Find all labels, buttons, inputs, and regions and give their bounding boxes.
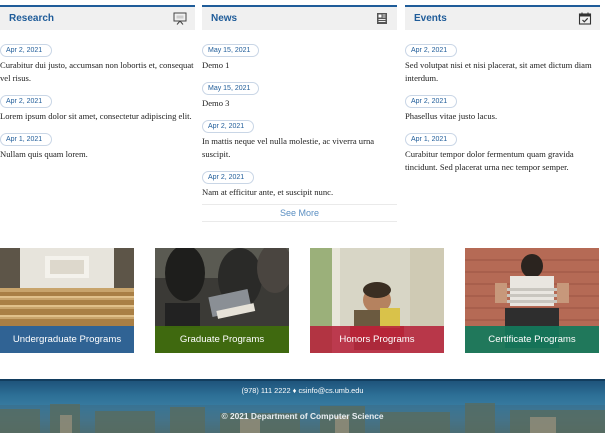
item-text[interactable]: Lorem ipsum dolor sit amet, consectetur … xyxy=(0,110,195,123)
undergraduate-programs-tile[interactable]: Undergraduate Programs xyxy=(0,248,134,353)
certificate-programs-tile[interactable]: Certificate Programs xyxy=(465,248,599,353)
item-text[interactable]: Nullam quis quam lorem. xyxy=(0,148,195,161)
undergraduate-programs-label[interactable]: Undergraduate Programs xyxy=(0,326,134,353)
item-text[interactable]: Demo 1 xyxy=(202,59,397,72)
research-title: Research xyxy=(9,13,55,24)
honors-programs-label[interactable]: Honors Programs xyxy=(310,326,444,353)
events-title: Events xyxy=(414,13,447,24)
news-item[interactable]: Apr 2, 2021 Nam at efficitur ante, et su… xyxy=(202,166,397,199)
item-date: May 15, 2021 xyxy=(202,82,260,95)
item-text[interactable]: Demo 3 xyxy=(202,97,397,110)
events-item[interactable]: Apr 2, 2021 Phasellus vitae justo lacus. xyxy=(405,90,600,123)
item-text[interactable]: Sed volutpat nisi et nisi placerat, sit … xyxy=(405,59,600,85)
see-more-link[interactable]: See More xyxy=(202,204,397,222)
item-text[interactable]: Phasellus vitae justo lacus. xyxy=(405,110,600,123)
research-item[interactable]: Apr 2, 2021 Lorem ipsum dolor sit amet, … xyxy=(0,90,195,123)
item-date: Apr 2, 2021 xyxy=(0,44,52,57)
news-title: News xyxy=(211,13,238,24)
footer-copyright: © 2021 Department of Computer Science xyxy=(221,411,384,421)
site-footer: (978) 111 2222 ♦ csinfo@cs.umb.edu © 202… xyxy=(0,379,605,433)
item-date: Apr 1, 2021 xyxy=(0,133,52,146)
research-item[interactable]: Apr 1, 2021 Nullam quis quam lorem. xyxy=(0,128,195,161)
news-column: News May 15, 2021 Demo 1 May 15, 2021 De… xyxy=(202,5,397,204)
item-date: Apr 2, 2021 xyxy=(405,44,457,57)
item-text[interactable]: Curabitur dui justo, accumsan non lobort… xyxy=(0,59,195,85)
honors-programs-tile[interactable]: Honors Programs xyxy=(310,248,444,353)
calendar-check-icon xyxy=(578,12,592,25)
newspaper-icon xyxy=(377,13,387,24)
footer-contact[interactable]: (978) 111 2222 ♦ csinfo@cs.umb.edu xyxy=(0,386,605,395)
news-item[interactable]: May 15, 2021 Demo 1 xyxy=(202,39,397,72)
events-header: Events xyxy=(405,5,600,30)
item-date: Apr 1, 2021 xyxy=(405,133,457,146)
item-date: May 15, 2021 xyxy=(202,44,260,57)
events-item[interactable]: Apr 2, 2021 Sed volutpat nisi et nisi pl… xyxy=(405,39,600,85)
item-text[interactable]: Curabitur tempor dolor fermentum quam gr… xyxy=(405,148,600,174)
events-column: Events Apr 2, 2021 Sed volutpat nisi et … xyxy=(405,5,600,179)
graduate-programs-tile[interactable]: Graduate Programs xyxy=(155,248,289,353)
events-item[interactable]: Apr 1, 2021 Curabitur tempor dolor ferme… xyxy=(405,128,600,174)
item-date: Apr 2, 2021 xyxy=(405,95,457,108)
item-text[interactable]: Nam at efficitur ante, et suscipit nunc. xyxy=(202,186,397,199)
news-item[interactable]: Apr 2, 2021 In mattis neque vel nulla mo… xyxy=(202,115,397,161)
research-item[interactable]: Apr 2, 2021 Curabitur dui justo, accumsa… xyxy=(0,39,195,85)
news-header: News xyxy=(202,5,397,30)
program-tiles: Undergraduate Programs Graduate Programs xyxy=(0,248,605,354)
item-date: Apr 2, 2021 xyxy=(202,171,254,184)
certificate-programs-label[interactable]: Certificate Programs xyxy=(465,326,599,353)
research-header: Research xyxy=(0,5,195,30)
item-date: Apr 2, 2021 xyxy=(202,120,254,133)
item-text[interactable]: In mattis neque vel nulla molestie, ac v… xyxy=(202,135,397,161)
research-column: Research Apr 2, 2021 Curabitur dui justo… xyxy=(0,5,195,166)
graduate-programs-label[interactable]: Graduate Programs xyxy=(155,326,289,353)
item-date: Apr 2, 2021 xyxy=(0,95,52,108)
presentation-board-icon xyxy=(173,12,187,25)
news-item[interactable]: May 15, 2021 Demo 3 xyxy=(202,77,397,110)
